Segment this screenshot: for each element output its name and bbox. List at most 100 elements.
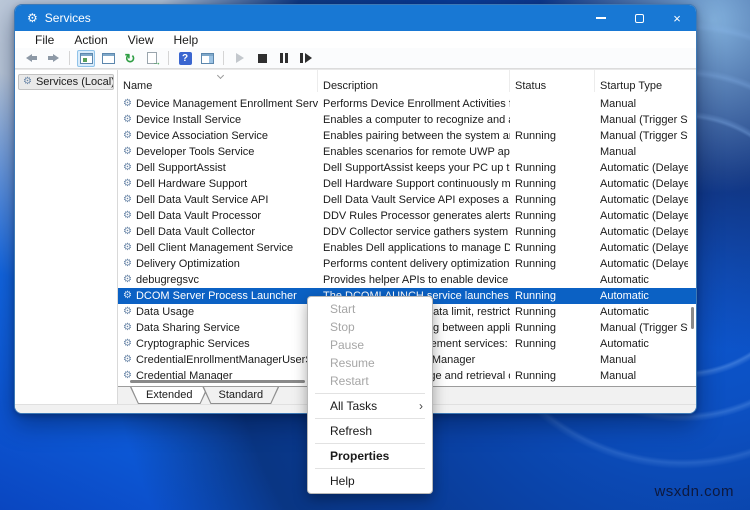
close-icon: × — [673, 10, 681, 26]
service-status: Running — [515, 194, 556, 206]
service-name: Data Sharing Service — [135, 322, 240, 334]
submenu-arrow-icon: › — [419, 399, 423, 413]
menu-help[interactable]: Help — [164, 33, 209, 47]
refresh-icon: ↻ — [124, 50, 136, 66]
back-button[interactable] — [22, 50, 40, 67]
service-description: Enables pairing between the system an... — [323, 130, 510, 142]
column-header-name[interactable]: Name — [118, 70, 318, 92]
toolbar-separator — [168, 51, 169, 65]
service-name: Data Usage — [135, 306, 195, 318]
show-action-pane-button[interactable] — [198, 50, 216, 67]
service-gear-icon: ⚙ — [123, 162, 132, 173]
service-startup-type: Manual — [600, 98, 637, 110]
menu-separator — [315, 468, 425, 469]
table-row[interactable]: ⚙ Dell Data Vault Collector DDV Collector … — [118, 224, 696, 240]
context-menu-item-pause[interactable]: Pause — [308, 336, 432, 354]
service-status: Running — [515, 338, 556, 350]
start-service-button[interactable] — [231, 50, 249, 67]
menu-separator — [315, 418, 425, 419]
column-header-startup-type[interactable]: Startup Type — [595, 70, 688, 92]
service-name: Dell Data Vault Service API — [135, 194, 269, 206]
table-row[interactable]: ⚙ Device Management Enrollment Service Per… — [118, 96, 696, 112]
refresh-button[interactable]: ↻ — [121, 50, 139, 67]
service-name: Device Install Service — [135, 114, 242, 126]
service-name: Device Management Enrollment Service — [135, 98, 318, 110]
tab-extended[interactable]: Extended — [130, 387, 208, 404]
table-row[interactable]: ⚙ Dell SupportAssist Dell SupportAssist ke… — [118, 160, 696, 176]
context-menu-item-resume[interactable]: Resume — [308, 354, 432, 372]
service-gear-icon: ⚙ — [123, 338, 132, 349]
menu-action[interactable]: Action — [64, 33, 117, 47]
service-startup-type: Automatic (Delaye — [600, 258, 688, 270]
show-console-tree-button[interactable] — [77, 49, 95, 67]
service-status — [510, 272, 595, 288]
table-row[interactable]: ⚙ Dell Data Vault Processor DDV Rules Proc… — [118, 208, 696, 224]
table-row[interactable]: ⚙ debugregsvc Provides helper APIs to enab… — [118, 272, 696, 288]
context-menu-item-refresh[interactable]: Refresh — [308, 422, 432, 440]
close-button[interactable]: × — [658, 5, 696, 31]
table-row[interactable]: ⚙ Dell Client Management Service Enables D… — [118, 240, 696, 256]
watermark: wsxdn.com — [654, 483, 734, 500]
service-startup-type: Automatic (Delaye — [600, 210, 688, 222]
service-startup-type: Manual (Trigger Sta — [600, 130, 688, 142]
minimize-button[interactable] — [582, 5, 620, 31]
tree-item-services-local[interactable]: ⚙ Services (Local) — [18, 74, 114, 90]
context-menu-item-restart[interactable]: Restart — [308, 372, 432, 390]
service-status — [510, 96, 595, 112]
forward-button[interactable] — [44, 50, 62, 67]
service-name: CredentialEnrollmentManagerUserSvc... — [135, 354, 318, 366]
service-gear-icon: ⚙ — [123, 306, 132, 317]
service-startup-type: Manual — [600, 370, 637, 382]
service-startup-type: Automatic (Delaye — [600, 242, 688, 254]
service-description: Enables Dell applications to manage Del.… — [323, 242, 510, 254]
vertical-scrollbar-thumb[interactable] — [691, 307, 694, 329]
table-row[interactable]: ⚙ Delivery Optimization Performs content d… — [118, 256, 696, 272]
show-action-pane-icon — [200, 52, 214, 64]
column-header-description[interactable]: Description — [318, 70, 510, 92]
column-header-status[interactable]: Status — [510, 70, 595, 92]
service-status: Running — [515, 226, 556, 238]
table-row[interactable]: ⚙ Dell Hardware Support Dell Hardware Supp… — [118, 176, 696, 192]
service-gear-icon: ⚙ — [123, 178, 132, 189]
tab-standard[interactable]: Standard — [202, 387, 279, 404]
context-menu-item-stop[interactable]: Stop — [308, 318, 432, 336]
service-gear-icon: ⚙ — [123, 130, 132, 141]
service-name: Delivery Optimization — [135, 258, 240, 270]
service-gear-icon: ⚙ — [123, 274, 132, 285]
context-menu-item-properties[interactable]: Properties — [308, 447, 432, 465]
service-status — [510, 144, 595, 160]
table-row[interactable]: ⚙ Dell Data Vault Service API Dell Data Va… — [118, 192, 696, 208]
tree-item-label: Services (Local) — [35, 76, 114, 88]
context-menu-item-all-tasks[interactable]: All Tasks › — [308, 397, 432, 415]
export-list-button[interactable] — [143, 50, 161, 67]
service-startup-type: Automatic (Delaye — [600, 178, 688, 190]
restart-service-icon — [300, 53, 312, 63]
window-title: Services — [44, 11, 91, 25]
table-row[interactable]: ⚙ Device Install Service Enables a compute… — [118, 112, 696, 128]
horizontal-scrollbar-thumb[interactable] — [130, 380, 305, 383]
service-description: Dell Data Vault Service API exposes a C.… — [323, 194, 510, 206]
service-name: DCOM Server Process Launcher — [135, 290, 297, 302]
context-menu-item-help[interactable]: Help — [308, 472, 432, 490]
toolbar: ↻ ? — [15, 48, 696, 69]
menu-view[interactable]: View — [118, 33, 164, 47]
service-name: Dell SupportAssist — [135, 162, 226, 174]
maximize-button[interactable] — [620, 5, 658, 31]
toolbar-separator — [69, 51, 70, 65]
back-icon — [25, 54, 37, 62]
properties-button[interactable] — [99, 50, 117, 67]
context-menu-item-start[interactable]: Start — [308, 300, 432, 318]
menu-file[interactable]: File — [25, 33, 64, 47]
service-gear-icon: ⚙ — [123, 322, 132, 333]
pause-service-button[interactable] — [275, 50, 293, 67]
service-status — [510, 112, 595, 128]
table-row[interactable]: ⚙ Device Association Service Enables pairi… — [118, 128, 696, 144]
maximize-icon — [634, 13, 644, 23]
help-button[interactable]: ? — [176, 50, 194, 67]
restart-service-button[interactable] — [297, 50, 315, 67]
table-row[interactable]: ⚙ Developer Tools Service Enables scenario… — [118, 144, 696, 160]
stop-service-button[interactable] — [253, 50, 271, 67]
title-bar[interactable]: ⚙ Services × — [15, 5, 696, 31]
start-service-icon — [236, 53, 244, 63]
service-status: Running — [515, 322, 556, 334]
